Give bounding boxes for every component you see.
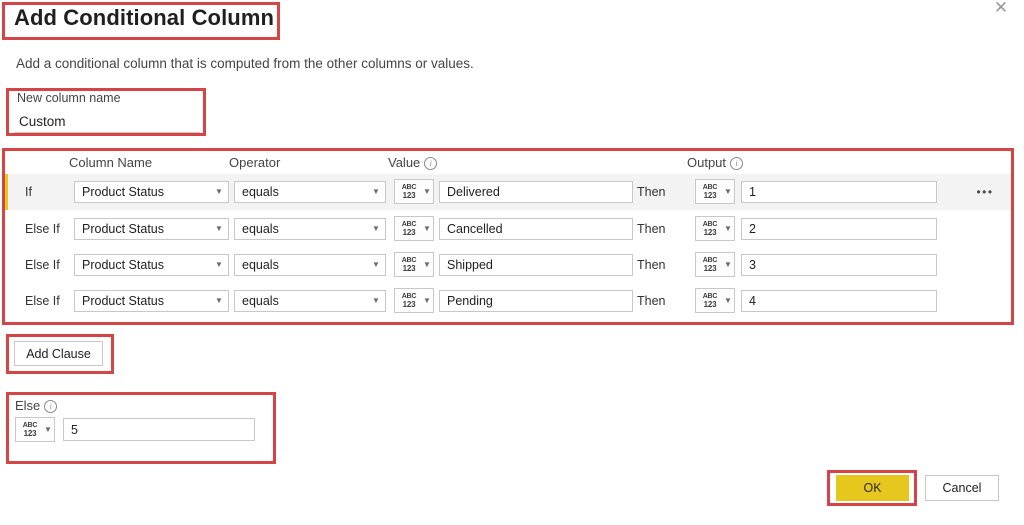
close-icon: ✕: [993, 0, 1009, 17]
operator-dropdown[interactable]: equals ▼: [234, 218, 386, 240]
column-name-value: Product Status: [82, 258, 164, 272]
chevron-down-icon: ▼: [44, 424, 52, 434]
column-name-dropdown[interactable]: Product Status ▼: [74, 290, 229, 312]
then-label: Then: [637, 222, 666, 236]
chevron-down-icon: ▼: [215, 260, 223, 269]
output-input[interactable]: [741, 218, 937, 240]
value-input[interactable]: [439, 218, 633, 240]
close-button[interactable]: ✕: [984, 0, 1018, 20]
operator-value: equals: [242, 258, 279, 272]
operator-value: equals: [242, 294, 279, 308]
abc123-icon: ABC 123: [401, 183, 417, 200]
chevron-down-icon: ▼: [724, 223, 732, 233]
chevron-down-icon: ▼: [423, 259, 431, 269]
header-value: Value i: [388, 155, 438, 170]
chevron-down-icon: ▼: [215, 296, 223, 305]
value-type-selector[interactable]: ABC 123 ▼: [394, 288, 434, 313]
chevron-down-icon: ▼: [724, 259, 732, 269]
abc123-icon: ABC 123: [401, 292, 417, 309]
column-name-dropdown[interactable]: Product Status ▼: [74, 218, 229, 240]
else-label: Else i: [15, 398, 58, 413]
value-type-selector[interactable]: ABC 123 ▼: [394, 179, 434, 204]
column-name-dropdown[interactable]: Product Status ▼: [74, 181, 229, 203]
header-operator: Operator: [229, 155, 281, 170]
output-type-selector[interactable]: ABC 123 ▼: [695, 216, 735, 241]
output-type-selector[interactable]: ABC 123 ▼: [695, 252, 735, 277]
clause-row: Else If Product Status ▼ equals ▼ ABC 123…: [5, 247, 1011, 283]
column-name-value: Product Status: [82, 222, 164, 236]
ellipsis-icon: •••: [976, 185, 994, 199]
column-name-value: Product Status: [82, 294, 164, 308]
chevron-down-icon: ▼: [372, 187, 380, 196]
operator-value: equals: [242, 222, 279, 236]
operator-dropdown[interactable]: equals ▼: [234, 254, 386, 276]
abc123-icon: ABC 123: [401, 220, 417, 237]
column-name-value: Product Status: [82, 185, 164, 199]
abc123-icon: ABC 123: [702, 220, 718, 237]
abc123-icon: ABC 123: [702, 183, 718, 200]
output-input[interactable]: [741, 181, 937, 203]
chevron-down-icon: ▼: [724, 186, 732, 196]
new-column-name-input[interactable]: [14, 111, 200, 133]
new-column-name-label: New column name: [17, 91, 121, 105]
info-icon-else[interactable]: i: [44, 400, 58, 413]
operator-dropdown[interactable]: equals ▼: [234, 181, 386, 203]
chevron-down-icon: ▼: [372, 224, 380, 233]
dialog-subtitle: Add a conditional column that is compute…: [16, 56, 474, 71]
chevron-down-icon: ▼: [423, 223, 431, 233]
abc123-icon: ABC 123: [22, 421, 38, 438]
clause-condition-label: Else If: [25, 258, 60, 272]
value-input[interactable]: [439, 290, 633, 312]
output-type-selector[interactable]: ABC 123 ▼: [695, 179, 735, 204]
value-input[interactable]: [439, 181, 633, 203]
chevron-down-icon: ▼: [215, 224, 223, 233]
clause-row: Else If Product Status ▼ equals ▼ ABC 123…: [5, 211, 1011, 247]
then-label: Then: [637, 294, 666, 308]
chevron-down-icon: ▼: [215, 187, 223, 196]
chevron-down-icon: ▼: [423, 186, 431, 196]
chevron-down-icon: ▼: [372, 296, 380, 305]
output-input[interactable]: [741, 254, 937, 276]
abc123-icon: ABC 123: [702, 256, 718, 273]
column-name-dropdown[interactable]: Product Status ▼: [74, 254, 229, 276]
clause-row: Else If Product Status ▼ equals ▼ ABC 123…: [5, 283, 1011, 319]
chevron-down-icon: ▼: [423, 295, 431, 305]
value-input[interactable]: [439, 254, 633, 276]
info-icon-value[interactable]: i: [424, 157, 438, 170]
info-icon-output[interactable]: i: [730, 157, 744, 170]
clause-row: If Product Status ▼ equals ▼ ABC123 ▼ Th…: [5, 174, 1011, 210]
add-clause-button[interactable]: Add Clause: [14, 341, 103, 366]
clause-condition-label: Else If: [25, 222, 60, 236]
else-type-selector[interactable]: ABC 123 ▼: [15, 417, 55, 442]
value-type-selector[interactable]: ABC 123 ▼: [394, 216, 434, 241]
chevron-down-icon: ▼: [724, 295, 732, 305]
operator-value: equals: [242, 185, 279, 199]
page-title: Add Conditional Column: [14, 5, 275, 30]
clause-condition-label: Else If: [25, 294, 60, 308]
ok-button[interactable]: OK: [836, 475, 909, 501]
operator-dropdown[interactable]: equals ▼: [234, 290, 386, 312]
abc123-icon: ABC 123: [702, 292, 718, 309]
abc123-icon: ABC 123: [401, 256, 417, 273]
cancel-button[interactable]: Cancel: [925, 475, 999, 501]
header-output: Output i: [687, 155, 744, 170]
then-label: Then: [637, 258, 666, 272]
then-label: Then: [637, 185, 666, 199]
output-input[interactable]: [741, 290, 937, 312]
clause-condition-label: If: [25, 185, 32, 199]
value-type-selector[interactable]: ABC 123 ▼: [394, 252, 434, 277]
header-column-name: Column Name: [69, 155, 153, 170]
chevron-down-icon: ▼: [372, 260, 380, 269]
more-options-button[interactable]: •••: [971, 182, 999, 202]
output-type-selector[interactable]: ABC 123 ▼: [695, 288, 735, 313]
else-value-input[interactable]: [63, 418, 255, 441]
